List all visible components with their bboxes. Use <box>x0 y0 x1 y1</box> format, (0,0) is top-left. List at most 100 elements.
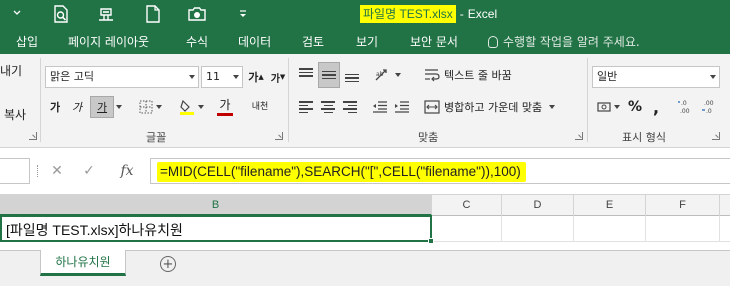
add-sheet-icon[interactable]: + <box>160 256 176 272</box>
clipboard-launcher-icon[interactable] <box>29 132 37 140</box>
tab-insert[interactable]: 삽입 <box>16 33 38 50</box>
accounting-icon <box>596 102 611 112</box>
column-header-c[interactable]: C <box>432 195 502 216</box>
tell-me-text: 수행할 작업을 알려 주세요. <box>503 35 640 49</box>
align-bottom-button[interactable] <box>342 64 362 86</box>
align-left-button[interactable] <box>296 96 316 118</box>
tell-me-box[interactable]: 수행할 작업을 알려 주세요. <box>488 33 640 50</box>
phonetic-button[interactable]: 내천 <box>246 96 274 118</box>
underline-button[interactable]: 가 <box>90 96 114 118</box>
align-middle-icon <box>322 68 336 82</box>
comma-icon: , <box>652 97 660 117</box>
group-separator <box>288 58 289 142</box>
ribbon-tabs: 삽입 페이지 레이아웃 수식 데이터 검토 보기 보안 문서 수행할 작업을 알… <box>0 28 730 54</box>
decrease-indent-button[interactable] <box>370 96 390 118</box>
align-right-button[interactable] <box>340 96 360 118</box>
bold-button[interactable]: 가 <box>46 96 64 118</box>
copy-label[interactable]: 복사 <box>4 106 26 123</box>
shrink-font-button[interactable]: 가 ▼ <box>268 66 288 88</box>
increase-decimal-icon: .0.00 <box>678 100 690 115</box>
insert-function-icon[interactable]: fx <box>112 158 142 184</box>
tab-review[interactable]: 검토 <box>302 33 324 50</box>
column-header-e[interactable]: E <box>574 195 646 216</box>
cell-f[interactable] <box>646 216 720 242</box>
increase-decimal-button[interactable]: .0.00 <box>676 96 696 118</box>
column-header-d[interactable]: D <box>502 195 574 216</box>
font-launcher-icon[interactable] <box>275 132 283 140</box>
bold-label: 가 <box>49 101 61 114</box>
paste-label[interactable]: 내기 <box>0 62 22 79</box>
print-preview-icon[interactable] <box>50 4 72 24</box>
title-separator: - <box>459 7 464 21</box>
cell-c[interactable] <box>432 216 502 242</box>
increase-indent-button[interactable] <box>392 96 412 118</box>
align-center-button[interactable] <box>318 96 338 118</box>
ribbon: 내기 복사 맑은 고딕 11 가 ▲ 가 ▼ 가 가 가 가 내천 글꼴 ab … <box>0 54 730 148</box>
alignment-launcher-icon[interactable] <box>575 132 583 140</box>
align-right-icon <box>343 101 357 113</box>
fill-color-button[interactable] <box>176 96 206 118</box>
chevron-down-icon <box>394 73 401 77</box>
wrap-text-button[interactable]: 텍스트 줄 바꿈 <box>424 64 544 86</box>
chevron-down-icon <box>710 75 716 79</box>
sheet-tab-active[interactable]: 하나유치원 <box>40 250 126 276</box>
enter-icon[interactable]: ✓ <box>74 158 104 184</box>
underline-dropdown[interactable] <box>114 96 124 118</box>
font-name-dropdown[interactable]: 맑은 고딕 <box>45 66 199 88</box>
tab-page-layout[interactable]: 페이지 레이아웃 <box>68 33 149 50</box>
grow-font-button[interactable]: 가 ▲ <box>246 66 266 88</box>
align-top-button[interactable] <box>296 64 316 86</box>
font-name-value: 맑은 고딕 <box>50 70 94 83</box>
chevron-down-icon <box>155 105 162 109</box>
borders-button[interactable] <box>134 96 166 118</box>
font-group-label: 글꼴 <box>146 131 167 144</box>
tab-formulas[interactable]: 수식 <box>186 33 208 50</box>
column-header-f[interactable]: F <box>646 195 720 216</box>
new-file-icon[interactable] <box>142 4 164 24</box>
italic-button[interactable]: 가 <box>68 96 86 118</box>
qat-arrow-icon[interactable] <box>6 4 28 24</box>
name-box[interactable] <box>0 158 30 184</box>
group-separator <box>40 58 41 142</box>
column-header-b[interactable]: B <box>0 195 432 216</box>
fx-glyph: fx <box>120 163 134 179</box>
sheet-tab-bar: 하나유치원 + <box>0 250 730 286</box>
customize-qat-icon[interactable] <box>236 4 250 24</box>
font-color-bar <box>217 112 233 116</box>
cancel-icon[interactable]: ✕ <box>42 158 72 184</box>
camera-icon[interactable] <box>186 4 208 24</box>
phonetic-label: 내천 <box>251 101 269 112</box>
window-title: 파일명 TEST.xlsx - Excel <box>360 5 497 23</box>
tab-data[interactable]: 데이터 <box>238 33 271 50</box>
align-left-icon <box>299 101 313 113</box>
merge-center-label: 병합하고 가운데 맞춤 <box>444 101 543 114</box>
merge-center-button[interactable]: 병합하고 가운데 맞춤 <box>424 96 580 118</box>
borders-icon <box>139 100 152 114</box>
number-format-dropdown[interactable]: 일반 <box>592 66 720 88</box>
decrease-decimal-button[interactable]: .00.0 <box>700 96 720 118</box>
shrink-font-label: 가 <box>270 73 280 85</box>
font-size-dropdown[interactable]: 11 <box>201 66 243 88</box>
formula-input[interactable]: =MID(CELL("filename"),SEARCH("[",CELL("f… <box>150 158 730 184</box>
chevron-down-icon <box>116 105 122 109</box>
percent-button[interactable]: % <box>626 96 644 118</box>
wrap-text-icon <box>425 69 440 82</box>
file-name: 파일명 TEST.xlsx <box>360 5 456 23</box>
font-color-button[interactable]: 가 <box>210 96 240 118</box>
number-launcher-icon[interactable] <box>712 132 720 140</box>
align-middle-button[interactable] <box>318 62 340 88</box>
sheet-tab-label: 하나유치원 <box>55 255 111 269</box>
increase-indent-icon <box>395 101 409 113</box>
orientation-button[interactable]: ab <box>370 64 404 86</box>
enter-glyph: ✓ <box>83 163 95 179</box>
tab-view[interactable]: 보기 <box>356 33 378 50</box>
accounting-format-button[interactable] <box>594 96 622 118</box>
chevron-down-icon <box>197 105 204 109</box>
touch-mode-icon[interactable] <box>94 4 118 24</box>
cell-e[interactable] <box>574 216 646 242</box>
cell-b-selected[interactable]: [파일명 TEST.xlsx]하나유치원 <box>0 215 434 244</box>
svg-text:.00: .00 <box>704 100 714 107</box>
comma-style-button[interactable]: , <box>648 96 664 118</box>
tab-security[interactable]: 보안 문서 <box>410 33 458 50</box>
cell-d[interactable] <box>502 216 574 242</box>
